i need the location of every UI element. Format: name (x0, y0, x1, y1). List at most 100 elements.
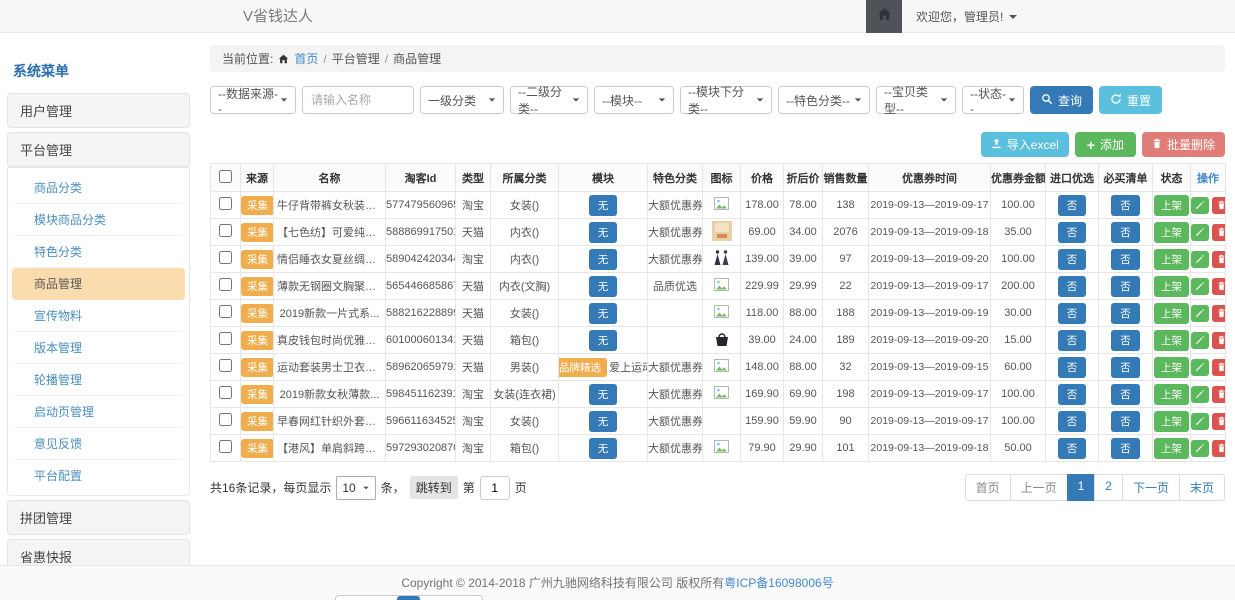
edit-button[interactable] (1191, 278, 1209, 295)
data-source-select[interactable]: --数据来源-- (210, 86, 296, 114)
must-buy-flag-button[interactable]: 否 (1111, 195, 1140, 216)
page-button-末页[interactable]: 末页 (1179, 474, 1225, 501)
item-type-select[interactable]: --宝贝类型-- (876, 86, 956, 114)
edit-button[interactable] (1191, 197, 1209, 214)
user-menu[interactable]: 欢迎您，管理员! (902, 0, 1031, 33)
row-checkbox[interactable] (219, 278, 232, 291)
delete-button[interactable] (1212, 440, 1226, 457)
module-none-button[interactable]: 无 (589, 438, 618, 459)
page-button-2[interactable]: 2 (1094, 474, 1123, 501)
status-button[interactable]: 上架 (1154, 276, 1189, 297)
status-button[interactable]: 上架 (1154, 195, 1189, 216)
status-button[interactable]: 上架 (1154, 438, 1189, 459)
sidebar-item-platform-management[interactable]: 平台管理 (7, 132, 190, 167)
home-button[interactable] (866, 0, 902, 33)
edit-button[interactable] (1191, 305, 1209, 322)
delete-button[interactable] (1212, 197, 1226, 214)
edit-button[interactable] (1191, 332, 1209, 349)
status-button[interactable]: 上架 (1154, 411, 1189, 432)
row-checkbox[interactable] (219, 332, 232, 345)
import-excel-button[interactable]: 导入excel (981, 132, 1069, 157)
jump-button[interactable]: 跳转到 (410, 476, 458, 499)
name-input[interactable] (302, 86, 414, 114)
row-checkbox[interactable] (219, 251, 232, 264)
must-buy-flag-button[interactable]: 否 (1111, 330, 1140, 351)
module-none-button[interactable]: 无 (589, 222, 618, 243)
module-none-button[interactable]: 无 (589, 411, 618, 432)
sidebar-submenu-item[interactable]: 模块商品分类 (12, 204, 185, 236)
delete-button[interactable] (1212, 278, 1226, 295)
module-none-button[interactable]: 无 (589, 303, 618, 324)
row-checkbox[interactable] (219, 440, 232, 453)
sidebar-item-拼团管理[interactable]: 拼团管理 (7, 500, 190, 535)
status-button[interactable]: 上架 (1154, 384, 1189, 405)
module-none-button[interactable]: 无 (589, 330, 618, 351)
delete-button[interactable] (1212, 332, 1226, 349)
feature-category-select[interactable]: --特色分类-- (778, 86, 870, 114)
sidebar-submenu-item[interactable]: 轮播管理 (12, 364, 185, 396)
sidebar-submenu-item[interactable]: 平台配置 (12, 460, 185, 491)
search-button[interactable]: 查询 (1030, 86, 1093, 114)
level1-category-select[interactable]: 一级分类 (420, 86, 504, 114)
row-checkbox[interactable] (219, 386, 232, 399)
import-flag-button[interactable]: 否 (1058, 384, 1087, 405)
delete-button[interactable] (1212, 386, 1226, 403)
edit-button[interactable] (1191, 359, 1209, 376)
page-button-1[interactable]: 1 (1067, 474, 1096, 501)
sidebar-submenu-item[interactable]: 特色分类 (12, 236, 185, 268)
must-buy-flag-button[interactable]: 否 (1111, 384, 1140, 405)
must-buy-flag-button[interactable]: 否 (1111, 222, 1140, 243)
status-button[interactable]: 上架 (1154, 330, 1189, 351)
delete-button[interactable] (1212, 251, 1226, 268)
import-flag-button[interactable]: 否 (1058, 438, 1087, 459)
sidebar-item-user-management[interactable]: 用户管理 (7, 93, 190, 128)
import-flag-button[interactable]: 否 (1058, 195, 1087, 216)
status-select[interactable]: --状态-- (962, 86, 1024, 114)
add-button[interactable]: + 添加 (1075, 132, 1136, 157)
edit-button[interactable] (1191, 413, 1209, 430)
page-button-上一页[interactable]: 上一页 (1010, 474, 1068, 501)
delete-button[interactable] (1212, 305, 1226, 322)
sidebar-submenu-item[interactable]: 启动页管理 (12, 396, 185, 428)
row-checkbox[interactable] (219, 359, 232, 372)
status-button[interactable]: 上架 (1154, 303, 1189, 324)
page-button-首页[interactable]: 首页 (965, 474, 1011, 501)
level2-category-select[interactable]: --二级分类-- (510, 86, 588, 114)
module-sub-category-select[interactable]: --模块下分类-- (680, 86, 772, 114)
delete-button[interactable] (1212, 413, 1226, 430)
icp-link[interactable]: 粤ICP备16098006号 (724, 576, 833, 590)
row-checkbox[interactable] (219, 224, 232, 237)
import-flag-button[interactable]: 否 (1058, 357, 1087, 378)
jump-page-input[interactable] (480, 476, 510, 500)
delete-button[interactable] (1212, 359, 1226, 376)
must-buy-flag-button[interactable]: 否 (1111, 249, 1140, 270)
row-checkbox[interactable] (219, 413, 232, 426)
edit-button[interactable] (1191, 440, 1209, 457)
module-none-button[interactable]: 无 (589, 195, 618, 216)
batch-delete-button[interactable]: 批量删除 (1142, 132, 1225, 157)
import-flag-button[interactable]: 否 (1058, 222, 1087, 243)
must-buy-flag-button[interactable]: 否 (1111, 438, 1140, 459)
sidebar-submenu-item[interactable]: 商品分类 (12, 172, 185, 204)
module-none-button[interactable]: 无 (589, 384, 618, 405)
edit-button[interactable] (1191, 386, 1209, 403)
module-none-button[interactable]: 无 (589, 276, 618, 297)
sidebar-submenu-item[interactable]: 意见反馈 (12, 428, 185, 460)
module-select[interactable]: --模块-- (594, 86, 674, 114)
sidebar-submenu-item[interactable]: 宣传物料 (12, 300, 185, 332)
status-button[interactable]: 上架 (1154, 222, 1189, 243)
breadcrumb-item-home[interactable]: 首页 (294, 50, 318, 67)
row-checkbox[interactable] (219, 305, 232, 318)
row-checkbox[interactable] (219, 197, 232, 210)
delete-button[interactable] (1212, 224, 1226, 241)
import-flag-button[interactable]: 否 (1058, 330, 1087, 351)
edit-button[interactable] (1191, 251, 1209, 268)
status-button[interactable]: 上架 (1154, 249, 1189, 270)
must-buy-flag-button[interactable]: 否 (1111, 276, 1140, 297)
import-flag-button[interactable]: 否 (1058, 276, 1087, 297)
sidebar-submenu-item[interactable]: 商品管理 (12, 268, 185, 300)
import-flag-button[interactable]: 否 (1058, 411, 1087, 432)
import-flag-button[interactable]: 否 (1058, 249, 1087, 270)
must-buy-flag-button[interactable]: 否 (1111, 411, 1140, 432)
page-button-下一页[interactable]: 下一页 (1122, 474, 1180, 501)
